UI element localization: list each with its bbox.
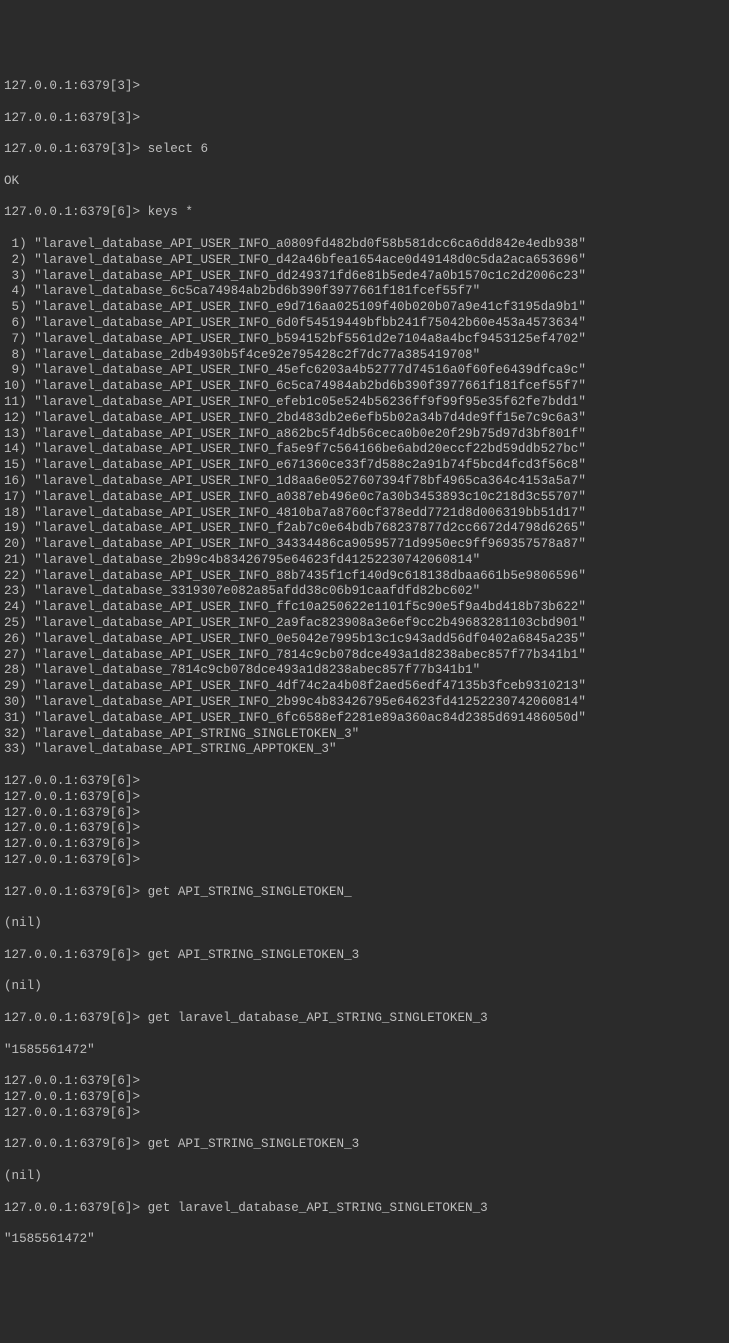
prompt-line: 127.0.0.1:6379[3]> bbox=[4, 111, 725, 127]
prompt: 127.0.0.1:6379[6]> bbox=[4, 1201, 140, 1215]
key-entry: 8) "laravel_database_2db4930b5f4ce92e795… bbox=[4, 348, 725, 364]
empty-prompts-block: 127.0.0.1:6379[6]>127.0.0.1:6379[6]>127.… bbox=[4, 774, 725, 869]
key-entry: 31) "laravel_database_API_USER_INFO_6fc6… bbox=[4, 711, 725, 727]
prompt: 127.0.0.1:6379[3]> bbox=[4, 142, 140, 156]
command-text: select 6 bbox=[148, 142, 208, 156]
key-entry: 26) "laravel_database_API_USER_INFO_0e50… bbox=[4, 632, 725, 648]
response-line-partial: "1585561472" bbox=[4, 1232, 725, 1248]
keys-output: 1) "laravel_database_API_USER_INFO_a0809… bbox=[4, 237, 725, 758]
prompt: 127.0.0.1:6379[6]> bbox=[4, 1011, 140, 1025]
key-entry: 28) "laravel_database_7814c9cb078dce493a… bbox=[4, 663, 725, 679]
key-entry: 27) "laravel_database_API_USER_INFO_7814… bbox=[4, 648, 725, 664]
prompt-line: 127.0.0.1:6379[6]> bbox=[4, 1090, 725, 1106]
key-entry: 3) "laravel_database_API_USER_INFO_dd249… bbox=[4, 269, 725, 285]
key-entry: 12) "laravel_database_API_USER_INFO_2bd4… bbox=[4, 411, 725, 427]
command-text: get API_STRING_SINGLETOKEN_3 bbox=[148, 1137, 360, 1151]
key-entry: 32) "laravel_database_API_STRING_SINGLET… bbox=[4, 727, 725, 743]
key-entry: 11) "laravel_database_API_USER_INFO_efeb… bbox=[4, 395, 725, 411]
key-entry: 2) "laravel_database_API_USER_INFO_d42a4… bbox=[4, 253, 725, 269]
key-entry: 14) "laravel_database_API_USER_INFO_fa5e… bbox=[4, 442, 725, 458]
command-text: get API_STRING_SINGLETOKEN_3 bbox=[148, 948, 360, 962]
key-entry: 6) "laravel_database_API_USER_INFO_6d0f5… bbox=[4, 316, 725, 332]
prompt: 127.0.0.1:6379[6]> bbox=[4, 205, 140, 219]
key-entry: 7) "laravel_database_API_USER_INFO_b5941… bbox=[4, 332, 725, 348]
key-entry: 4) "laravel_database_6c5ca74984ab2bd6b39… bbox=[4, 284, 725, 300]
terminal-window[interactable]: 127.0.0.1:6379[3]> 127.0.0.1:6379[3]> 12… bbox=[4, 63, 725, 1264]
prompt: 127.0.0.1:6379[6]> bbox=[4, 948, 140, 962]
key-entry: 17) "laravel_database_API_USER_INFO_a038… bbox=[4, 490, 725, 506]
command-line: 127.0.0.1:6379[6]> get API_STRING_SINGLE… bbox=[4, 948, 725, 964]
prompt-line: 127.0.0.1:6379[6]> bbox=[4, 837, 725, 853]
prompt-line: 127.0.0.1:6379[6]> bbox=[4, 790, 725, 806]
prompt-line: 127.0.0.1:6379[6]> bbox=[4, 821, 725, 837]
key-entry: 13) "laravel_database_API_USER_INFO_a862… bbox=[4, 427, 725, 443]
response-line: "1585561472" bbox=[4, 1043, 725, 1059]
key-entry: 9) "laravel_database_API_USER_INFO_45efc… bbox=[4, 363, 725, 379]
prompt-line: 127.0.0.1:6379[6]> bbox=[4, 774, 725, 790]
response-line: (nil) bbox=[4, 979, 725, 995]
key-entry: 30) "laravel_database_API_USER_INFO_2b99… bbox=[4, 695, 725, 711]
prompt: 127.0.0.1:6379[3]> bbox=[4, 79, 140, 93]
command-line: 127.0.0.1:6379[6]> get laravel_database_… bbox=[4, 1201, 725, 1217]
key-entry: 1) "laravel_database_API_USER_INFO_a0809… bbox=[4, 237, 725, 253]
command-line: 127.0.0.1:6379[6]> get API_STRING_SINGLE… bbox=[4, 885, 725, 901]
command-text: get API_STRING_SINGLETOKEN_ bbox=[148, 885, 352, 899]
prompt-line: 127.0.0.1:6379[3]> bbox=[4, 79, 725, 95]
key-entry: 18) "laravel_database_API_USER_INFO_4810… bbox=[4, 506, 725, 522]
key-entry: 15) "laravel_database_API_USER_INFO_e671… bbox=[4, 458, 725, 474]
key-entry: 20) "laravel_database_API_USER_INFO_3433… bbox=[4, 537, 725, 553]
command-text: get laravel_database_API_STRING_SINGLETO… bbox=[148, 1011, 488, 1025]
command-line: 127.0.0.1:6379[6]> keys * bbox=[4, 205, 725, 221]
response-line: (nil) bbox=[4, 916, 725, 932]
prompt: 127.0.0.1:6379[6]> bbox=[4, 885, 140, 899]
prompt: 127.0.0.1:6379[6]> bbox=[4, 1137, 140, 1151]
key-entry: 29) "laravel_database_API_USER_INFO_4df7… bbox=[4, 679, 725, 695]
empty-prompts-block: 127.0.0.1:6379[6]>127.0.0.1:6379[6]>127.… bbox=[4, 1074, 725, 1121]
key-entry: 25) "laravel_database_API_USER_INFO_2a9f… bbox=[4, 616, 725, 632]
key-entry: 16) "laravel_database_API_USER_INFO_1d8a… bbox=[4, 474, 725, 490]
key-entry: 19) "laravel_database_API_USER_INFO_f2ab… bbox=[4, 521, 725, 537]
prompt-line: 127.0.0.1:6379[6]> bbox=[4, 853, 725, 869]
prompt: 127.0.0.1:6379[3]> bbox=[4, 111, 140, 125]
command-text: get laravel_database_API_STRING_SINGLETO… bbox=[148, 1201, 488, 1215]
response-line: (nil) bbox=[4, 1169, 725, 1185]
prompt-line: 127.0.0.1:6379[6]> bbox=[4, 806, 725, 822]
prompt-line: 127.0.0.1:6379[6]> bbox=[4, 1106, 725, 1122]
response-line: OK bbox=[4, 174, 725, 190]
command-text: keys * bbox=[148, 205, 193, 219]
command-line: 127.0.0.1:6379[3]> select 6 bbox=[4, 142, 725, 158]
key-entry: 22) "laravel_database_API_USER_INFO_88b7… bbox=[4, 569, 725, 585]
key-entry: 24) "laravel_database_API_USER_INFO_ffc1… bbox=[4, 600, 725, 616]
key-entry: 23) "laravel_database_3319307e082a85afdd… bbox=[4, 584, 725, 600]
prompt-line: 127.0.0.1:6379[6]> bbox=[4, 1074, 725, 1090]
key-entry: 5) "laravel_database_API_USER_INFO_e9d71… bbox=[4, 300, 725, 316]
key-entry: 21) "laravel_database_2b99c4b83426795e64… bbox=[4, 553, 725, 569]
key-entry: 33) "laravel_database_API_STRING_APPTOKE… bbox=[4, 742, 725, 758]
command-line: 127.0.0.1:6379[6]> get laravel_database_… bbox=[4, 1011, 725, 1027]
command-line: 127.0.0.1:6379[6]> get API_STRING_SINGLE… bbox=[4, 1137, 725, 1153]
key-entry: 10) "laravel_database_API_USER_INFO_6c5c… bbox=[4, 379, 725, 395]
